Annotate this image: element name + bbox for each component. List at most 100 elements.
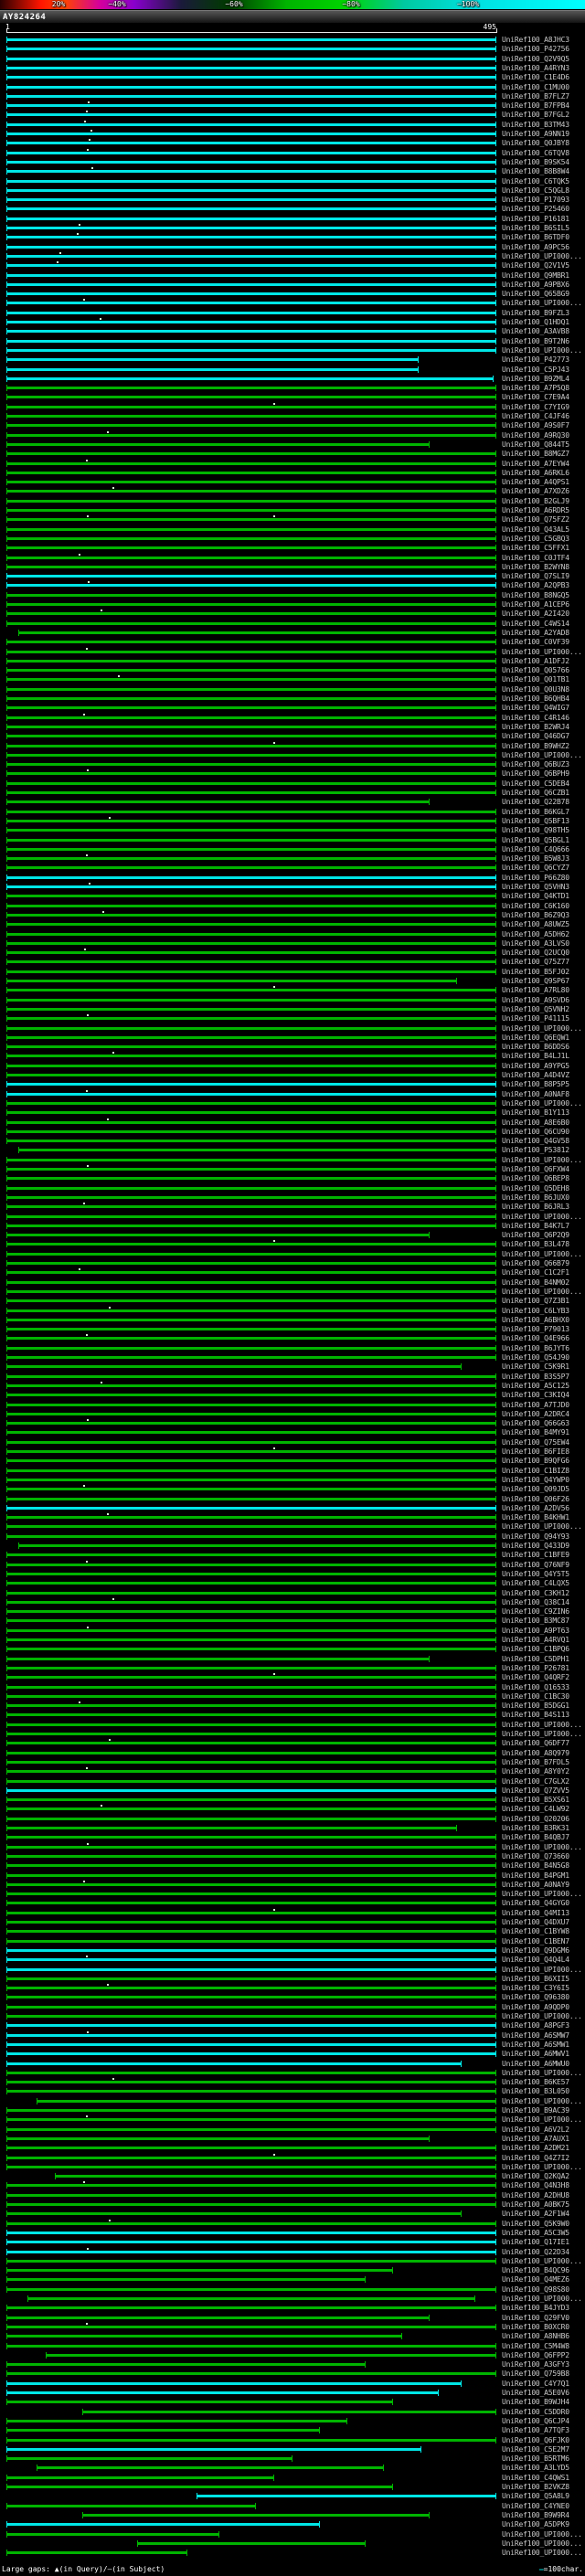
hit-accession-label[interactable]: UniRef100_C4LQX5 bbox=[502, 1579, 569, 1587]
hit-bar[interactable] bbox=[6, 1290, 496, 1293]
hit-bar[interactable] bbox=[6, 2439, 496, 2442]
hit-accession-label[interactable]: UniRef100_A6SMW1 bbox=[502, 2041, 569, 2049]
hit-accession-label[interactable]: UniRef100_C0JTF4 bbox=[502, 554, 569, 562]
hit-bar[interactable] bbox=[6, 340, 496, 343]
hit-accession-label[interactable]: UniRef100_Q01TB1 bbox=[502, 675, 569, 684]
hit-accession-label[interactable]: UniRef100_UPI000... bbox=[502, 299, 582, 307]
hit-accession-label[interactable]: UniRef100_P41115 bbox=[502, 1014, 569, 1023]
hit-accession-label[interactable]: UniRef100_Q4YWP0 bbox=[502, 1476, 569, 1484]
hit-accession-label[interactable]: UniRef100_B5RTM6 bbox=[502, 2454, 569, 2463]
hit-accession-label[interactable]: UniRef100_UPI000... bbox=[502, 2097, 582, 2105]
hit-accession-label[interactable]: UniRef100_UPI000... bbox=[502, 1250, 582, 1258]
hit-accession-label[interactable]: UniRef100_P53812 bbox=[502, 1146, 569, 1154]
hit-bar[interactable] bbox=[6, 1347, 496, 1350]
hit-bar[interactable] bbox=[6, 876, 496, 879]
hit-accession-label[interactable]: UniRef100_B4MY91 bbox=[502, 1428, 569, 1436]
hit-accession-label[interactable]: UniRef100_A9SVD6 bbox=[502, 996, 569, 1004]
hit-bar[interactable] bbox=[6, 500, 496, 503]
hit-accession-label[interactable]: UniRef100_A7TJD0 bbox=[502, 1401, 569, 1409]
hit-accession-label[interactable]: UniRef100_A5E0V6 bbox=[502, 2389, 569, 2397]
hit-bar[interactable] bbox=[6, 1996, 496, 1998]
hit-accession-label[interactable]: UniRef100_A8JHC3 bbox=[502, 36, 569, 44]
hit-accession-label[interactable]: UniRef100_C1E4D6 bbox=[502, 73, 569, 81]
hit-accession-label[interactable]: UniRef100_UPI000... bbox=[502, 2012, 582, 2020]
hit-bar[interactable] bbox=[6, 1564, 496, 1566]
hit-bar[interactable] bbox=[6, 1488, 496, 1490]
hit-accession-label[interactable]: UniRef100_B8B8W4 bbox=[502, 167, 569, 175]
hit-accession-label[interactable]: UniRef100_B0XCR0 bbox=[502, 2323, 569, 2331]
hit-bar[interactable] bbox=[6, 302, 496, 304]
hit-accession-label[interactable]: UniRef100_Q22D34 bbox=[502, 2248, 569, 2256]
hit-accession-label[interactable]: UniRef100_C1BFE9 bbox=[502, 1551, 569, 1559]
hit-bar[interactable] bbox=[6, 481, 496, 483]
hit-bar[interactable] bbox=[6, 1798, 496, 1801]
hit-accession-label[interactable]: UniRef100_P17093 bbox=[502, 196, 569, 204]
hit-bar[interactable] bbox=[6, 1704, 496, 1707]
hit-bar[interactable] bbox=[18, 1149, 496, 1151]
hit-accession-label[interactable]: UniRef100_C5DDR0 bbox=[502, 2408, 569, 2416]
hit-bar[interactable] bbox=[6, 2128, 496, 2131]
hit-bar[interactable] bbox=[6, 312, 496, 314]
hit-bar[interactable] bbox=[27, 2297, 476, 2300]
hit-accession-label[interactable]: UniRef100_UPI000... bbox=[502, 1099, 582, 1108]
hit-bar[interactable] bbox=[6, 387, 496, 389]
hit-bar[interactable] bbox=[6, 1498, 496, 1500]
hit-bar[interactable] bbox=[6, 1761, 496, 1764]
hit-accession-label[interactable]: UniRef100_B6DDS6 bbox=[502, 1043, 569, 1051]
hit-accession-label[interactable]: UniRef100_B6KGL7 bbox=[502, 808, 569, 816]
hit-accession-label[interactable]: UniRef100_Q0JBY8 bbox=[502, 139, 569, 147]
hit-accession-label[interactable]: UniRef100_B4KHW1 bbox=[502, 1513, 569, 1521]
hit-bar[interactable] bbox=[6, 1431, 496, 1434]
hit-accession-label[interactable]: UniRef100_C6TQK5 bbox=[502, 177, 569, 186]
hit-bar[interactable] bbox=[6, 1422, 496, 1425]
hit-accession-label[interactable]: UniRef100_A6V2L2 bbox=[502, 2125, 569, 2134]
hit-bar[interactable] bbox=[6, 1159, 496, 1161]
hit-accession-label[interactable]: UniRef100_Q433D9 bbox=[502, 1542, 569, 1550]
hit-accession-label[interactable]: UniRef100_B3L050 bbox=[502, 2087, 569, 2095]
hit-accession-label[interactable]: UniRef100_UPI000... bbox=[502, 751, 582, 759]
hit-bar[interactable] bbox=[6, 180, 496, 183]
hit-bar[interactable] bbox=[6, 603, 496, 606]
hit-bar[interactable] bbox=[18, 1544, 496, 1547]
hit-accession-label[interactable]: UniRef100_C5E2M7 bbox=[502, 2445, 569, 2454]
hit-accession-label[interactable]: UniRef100_Q5K9W0 bbox=[502, 2220, 569, 2228]
hit-bar[interactable] bbox=[6, 1187, 496, 1190]
hit-bar[interactable] bbox=[6, 1629, 496, 1632]
hit-bar[interactable] bbox=[6, 1394, 496, 1396]
hit-accession-label[interactable]: UniRef100_A0NAF8 bbox=[502, 1090, 569, 1098]
hit-accession-label[interactable]: UniRef100_B7FPB4 bbox=[502, 101, 569, 110]
hit-bar[interactable] bbox=[6, 1337, 496, 1340]
hit-accession-label[interactable]: UniRef100_B2GLJ9 bbox=[502, 497, 569, 505]
hit-accession-label[interactable]: UniRef100_Q9SP67 bbox=[502, 977, 569, 985]
hit-bar[interactable] bbox=[6, 217, 496, 220]
hit-bar[interactable] bbox=[6, 1958, 496, 1961]
hit-accession-label[interactable]: UniRef100_Q7Z3B1 bbox=[502, 1297, 569, 1305]
hit-bar[interactable] bbox=[6, 1648, 496, 1650]
hit-bar[interactable] bbox=[6, 2533, 220, 2536]
hit-bar[interactable] bbox=[6, 566, 496, 568]
hit-bar[interactable] bbox=[36, 2100, 496, 2103]
hit-accession-label[interactable]: UniRef100_Q66B79 bbox=[502, 1259, 569, 1267]
hit-bar[interactable] bbox=[6, 1262, 496, 1265]
hit-bar[interactable] bbox=[6, 763, 496, 766]
hit-accession-label[interactable]: UniRef100_A0BK75 bbox=[502, 2200, 569, 2209]
hit-accession-label[interactable]: UniRef100_B4PGM1 bbox=[502, 1871, 569, 1880]
hit-bar[interactable] bbox=[6, 2505, 257, 2507]
hit-bar[interactable] bbox=[6, 960, 496, 963]
hit-bar[interactable] bbox=[6, 2523, 320, 2526]
hit-bar[interactable] bbox=[6, 1723, 496, 1726]
hit-accession-label[interactable]: UniRef100_UPI000... bbox=[502, 2115, 582, 2124]
hit-accession-label[interactable]: UniRef100_Q5VHN3 bbox=[502, 883, 569, 891]
hit-bar[interactable] bbox=[6, 914, 496, 917]
hit-bar[interactable] bbox=[6, 2062, 462, 2065]
hit-bar[interactable] bbox=[6, 1083, 496, 1086]
hit-bar[interactable] bbox=[6, 142, 496, 144]
hit-bar[interactable] bbox=[6, 2476, 274, 2479]
hit-bar[interactable] bbox=[6, 1836, 496, 1839]
hit-bar[interactable] bbox=[6, 2166, 496, 2168]
hit-bar[interactable] bbox=[6, 1224, 496, 1227]
hit-bar[interactable] bbox=[6, 2147, 496, 2149]
hit-bar[interactable] bbox=[6, 2137, 431, 2140]
hit-accession-label[interactable]: UniRef100_Q4N3H8 bbox=[502, 2181, 569, 2189]
hit-bar[interactable] bbox=[6, 1789, 496, 1792]
